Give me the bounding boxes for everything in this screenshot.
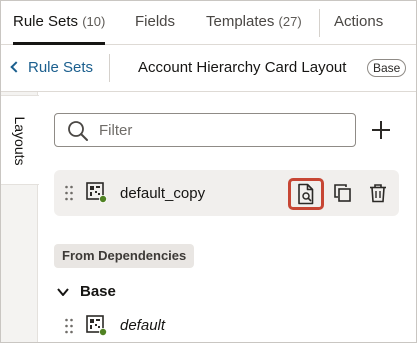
layout-card[interactable]: default_copy: [54, 170, 399, 216]
delete-button[interactable]: [363, 178, 393, 208]
breadcrumb: Rule Sets Account Hierarchy Card Layout …: [1, 45, 416, 92]
dependency-layout-name: default: [120, 317, 166, 334]
tab-fields[interactable]: Fields: [135, 1, 175, 44]
layout-status-dot: [99, 195, 107, 203]
tab-templates[interactable]: Templates (27): [206, 1, 302, 44]
drag-handle-icon[interactable]: [64, 318, 74, 334]
preview-button[interactable]: [288, 178, 324, 210]
add-icon[interactable]: [368, 117, 394, 143]
drag-handle-icon[interactable]: [64, 185, 74, 201]
filter-input[interactable]: [99, 120, 339, 140]
dependencies-heading: From Dependencies: [54, 244, 195, 268]
layout-name: default_copy: [120, 185, 206, 202]
breadcrumb-divider: [109, 54, 110, 82]
dependency-layout-item[interactable]: default: [54, 312, 399, 338]
tab-fields-label: Fields: [135, 13, 176, 30]
back-to-rule-sets-link[interactable]: Rule Sets: [10, 59, 94, 76]
back-link-label: Rule Sets: [28, 59, 94, 76]
tab-divider: [319, 9, 320, 37]
chevron-left-icon: [10, 61, 22, 73]
page-title: Account Hierarchy Card Layout: [138, 59, 347, 76]
trash-icon: [370, 184, 386, 203]
dependency-status-dot: [99, 328, 107, 336]
tab-templates-count: (27): [278, 14, 302, 29]
tab-actions[interactable]: Actions: [334, 1, 383, 44]
duplicate-icon: [334, 184, 351, 202]
card-layout-icon: [86, 182, 107, 203]
duplicate-button[interactable]: [328, 178, 358, 208]
top-tab-bar: Rule Sets (10) Fields Templates (27) Act…: [1, 1, 416, 45]
tab-rule-sets-count: (10): [82, 14, 106, 29]
tab-rule-sets[interactable]: Rule Sets (10): [13, 1, 106, 45]
chevron-down-icon: [57, 288, 69, 296]
side-tab-layouts[interactable]: Layouts: [1, 95, 39, 185]
tab-rule-sets-label: Rule Sets: [13, 13, 79, 30]
tab-templates-label: Templates: [206, 13, 275, 30]
preview-document-icon: [298, 183, 314, 205]
search-icon: [68, 121, 88, 141]
tab-actions-label: Actions: [334, 13, 384, 30]
status-badge: Base: [367, 59, 407, 77]
side-tab-label: Layouts: [12, 116, 28, 166]
base-group-label: Base: [80, 283, 116, 300]
card-layout-icon: [86, 315, 107, 336]
filter-field[interactable]: [54, 113, 356, 147]
